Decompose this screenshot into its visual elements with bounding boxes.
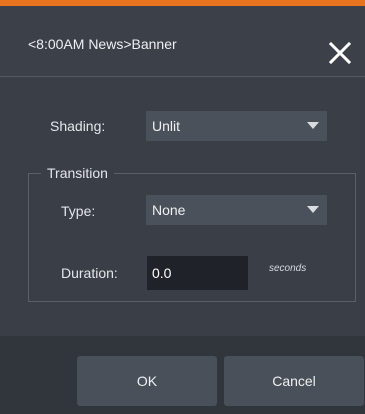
duration-input[interactable]: 0.0 [147,256,248,290]
shading-value: Unlit [152,118,181,134]
cancel-button[interactable]: Cancel [224,356,364,406]
transition-legend: Transition [47,165,108,181]
shading-dropdown[interactable]: Unlit [146,111,327,141]
transition-type-label: Type: [61,203,96,219]
duration-label: Duration: [61,265,118,281]
close-icon [328,41,352,65]
dialog-title: <8:00AM News>Banner [28,36,177,52]
ok-button[interactable]: OK [77,356,217,406]
shading-label: Shading: [50,118,106,134]
chevron-down-icon [307,122,319,129]
transition-type-value: None [152,202,186,218]
dialog-titlebar: <8:00AM News>Banner [0,6,365,77]
close-button[interactable] [327,40,353,66]
chevron-down-icon [307,206,319,213]
transition-type-dropdown[interactable]: None [146,195,327,225]
duration-unit: seconds [269,263,307,274]
